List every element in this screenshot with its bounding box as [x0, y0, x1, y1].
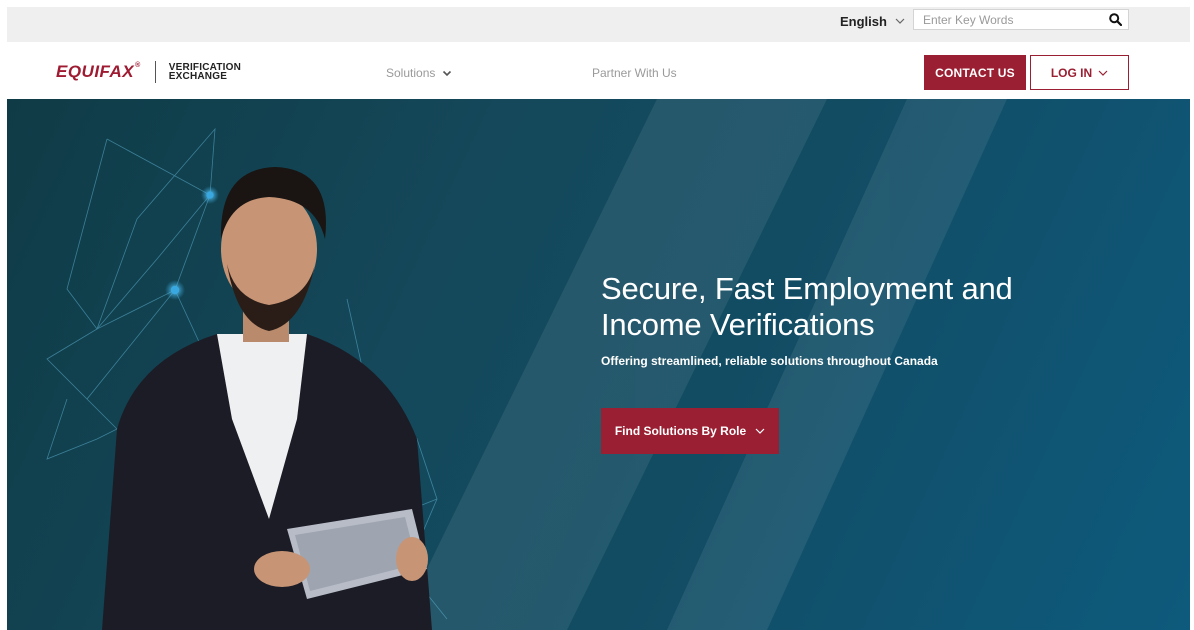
hero-title: Secure, Fast Employment and Income Verif…: [601, 271, 1013, 342]
search-button[interactable]: [1102, 10, 1128, 29]
find-solutions-by-role-button[interactable]: Find Solutions By Role: [601, 408, 779, 454]
equifax-logo[interactable]: EQUIFAX® VERIFICATION EXCHANGE: [56, 61, 241, 83]
search-input[interactable]: [914, 10, 1102, 29]
language-selector[interactable]: English: [840, 11, 905, 31]
chevron-down-icon: [755, 428, 765, 434]
hero-subtitle: Offering streamlined, reliable solutions…: [601, 354, 938, 368]
nav-partner-label: Partner With Us: [592, 66, 677, 80]
logo-subtitle: VERIFICATION EXCHANGE: [168, 62, 242, 82]
chevron-down-icon: [443, 70, 452, 77]
hero-banner: Secure, Fast Employment and Income Verif…: [7, 99, 1190, 630]
nav-solutions-label: Solutions: [386, 66, 436, 80]
hero-illustration: [46, 99, 1007, 630]
nav-partner-with-us[interactable]: Partner With Us: [592, 66, 677, 80]
language-label: English: [840, 13, 887, 29]
search-box: [913, 9, 1129, 30]
chevron-down-icon: [895, 18, 905, 24]
utility-bar: English: [7, 7, 1190, 42]
log-in-label: LOG IN: [1050, 65, 1093, 80]
contact-us-button[interactable]: CONTACT US: [924, 55, 1026, 90]
contact-us-label: CONTACT US: [935, 65, 1015, 80]
logo-brand: EQUIFAX®: [56, 62, 141, 81]
logo-divider: [154, 61, 156, 83]
nav-solutions[interactable]: Solutions: [386, 66, 452, 80]
person-illustration: [102, 167, 432, 630]
page-frame: English EQUIFAX® VERIFICATION EXCHANGE: [7, 7, 1190, 630]
search-icon: [1108, 13, 1122, 26]
chevron-down-icon: [1098, 70, 1108, 76]
main-header: EQUIFAX® VERIFICATION EXCHANGE Solutions…: [7, 42, 1190, 99]
cta-label: Find Solutions By Role: [614, 424, 747, 438]
log-in-button[interactable]: LOG IN: [1030, 55, 1129, 90]
